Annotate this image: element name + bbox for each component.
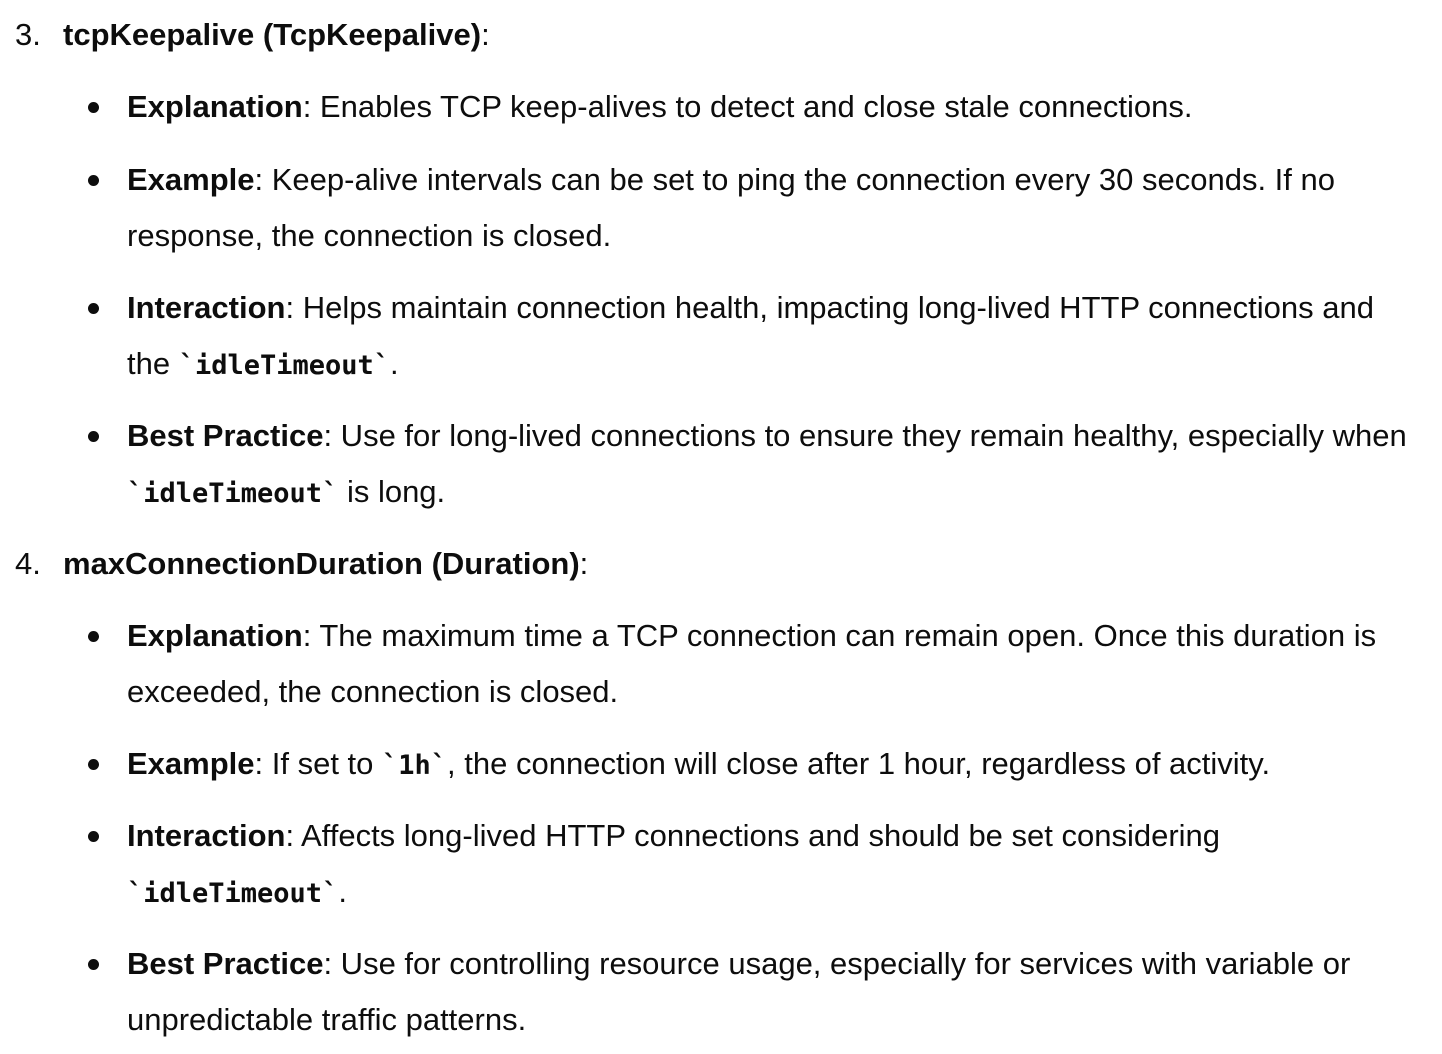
item-label: Explanation bbox=[127, 618, 303, 653]
item-text: : Keep-alive intervals can be set to pin… bbox=[127, 162, 1336, 253]
item-text: . bbox=[338, 874, 347, 909]
section-title: tcpKeepalive (TcpKeepalive) bbox=[63, 17, 482, 52]
item-text: is long. bbox=[338, 474, 446, 509]
item-label: Best Practice bbox=[127, 418, 324, 453]
section-colon: : bbox=[481, 17, 490, 52]
item-text: : Use for long-lived connections to ensu… bbox=[323, 418, 1407, 453]
item-label: Example bbox=[127, 746, 255, 781]
item-label: Interaction bbox=[127, 290, 286, 325]
bullet-icon bbox=[88, 175, 99, 186]
item-text: : Affects long-lived HTTP connections an… bbox=[285, 818, 1221, 853]
section-number: 4. bbox=[15, 546, 41, 581]
section-number: 3. bbox=[15, 17, 41, 52]
item-text: , the connection will close after 1 hour… bbox=[447, 746, 1271, 781]
section-colon: : bbox=[579, 546, 589, 581]
inline-code: `idleTimeout` bbox=[127, 478, 339, 509]
document: 3. tcpKeepalive (TcpKeepalive): Explanat… bbox=[0, 0, 1442, 1054]
section-title: maxConnectionDuration (Duration) bbox=[63, 546, 580, 581]
bullet-icon bbox=[88, 831, 99, 842]
inline-code: `idleTimeout` bbox=[178, 350, 391, 381]
item-label: Interaction bbox=[127, 818, 286, 853]
inline-code: `1h` bbox=[382, 750, 448, 781]
item-text: : Enables TCP keep-alives to detect and … bbox=[302, 89, 1193, 124]
bullet-icon bbox=[88, 303, 99, 314]
item-text: : The maximum time a TCP connection can … bbox=[127, 618, 1377, 709]
item-label: Explanation bbox=[127, 89, 303, 124]
item-label: Best Practice bbox=[127, 946, 324, 981]
bullet-icon bbox=[88, 431, 99, 442]
item-text: : If set to bbox=[254, 746, 383, 781]
bullet-icon bbox=[88, 631, 99, 642]
bullet-icon bbox=[88, 759, 99, 770]
item-text: . bbox=[390, 346, 399, 381]
item-label: Example bbox=[127, 162, 255, 197]
bullet-icon bbox=[88, 102, 99, 113]
bullet-icon bbox=[88, 959, 99, 970]
inline-code: `idleTimeout` bbox=[127, 878, 339, 909]
